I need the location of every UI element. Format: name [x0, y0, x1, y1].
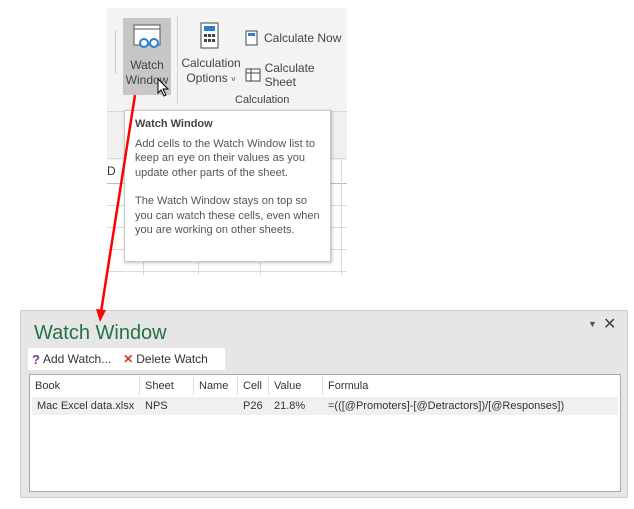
annotation-arrow — [96, 94, 137, 322]
